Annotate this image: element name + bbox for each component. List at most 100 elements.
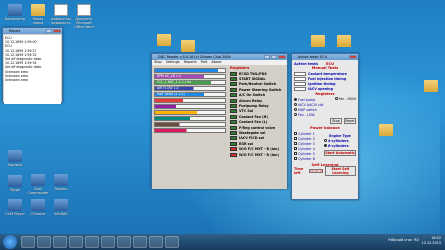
test-value-field[interactable]	[294, 71, 306, 76]
close-icon[interactable]	[278, 55, 286, 59]
app2-taskbar-icon[interactable]	[165, 236, 179, 248]
ddc-taskbar-icon[interactable]	[133, 236, 147, 248]
cylinder-checkbox[interactable]	[294, 147, 297, 150]
stop-button[interactable]: Stop	[330, 118, 342, 124]
explorer-taskbar-icon[interactable]	[21, 236, 35, 248]
parameter-bar: MAT SENS (2 1.0)	[154, 92, 226, 97]
desktop-icon[interactable]	[177, 40, 199, 53]
close-icon[interactable]	[349, 55, 357, 59]
status-led-icon	[230, 114, 237, 119]
cylinder-checkbox[interactable]	[294, 157, 297, 160]
cylinder-checkbox[interactable]	[294, 137, 297, 140]
cylinder-checkbox[interactable]	[294, 152, 297, 155]
reset-button[interactable]: Reset	[344, 118, 356, 124]
desktop-icon[interactable]	[333, 35, 355, 48]
desktop-icon[interactable]: Документ Microsoft Office Word	[73, 4, 95, 29]
status-led-icon	[230, 109, 237, 114]
cylinder-checkbox[interactable]	[294, 132, 297, 135]
parameter-bar	[154, 104, 226, 109]
app-icon	[31, 174, 45, 186]
clock[interactable]: 18:02 13.12.2015	[422, 236, 441, 246]
parameter-bar	[154, 68, 226, 73]
desktop-icon[interactable]	[420, 80, 442, 93]
app-icon	[8, 150, 22, 162]
minimize-icon[interactable]	[46, 29, 52, 33]
desktop-icon-label: GOM Player	[5, 212, 25, 216]
test-value-field[interactable]	[294, 76, 306, 81]
language-indicator[interactable]: RU	[414, 238, 419, 242]
register-label: ECSD TWL/PDS	[239, 71, 267, 76]
status-led-icon	[230, 152, 237, 157]
status-led-icon	[230, 141, 237, 146]
register-option-label: Fan - LOW	[298, 112, 315, 117]
engine-type-radio[interactable]	[324, 139, 327, 142]
parameter-label: AIR FLOW 1.0	[157, 86, 179, 90]
status-led-icon	[230, 71, 237, 76]
desktop-icon[interactable]: Total Commander	[27, 174, 49, 195]
opera-taskbar-icon[interactable]	[85, 236, 99, 248]
register-label: Fuelpump Relay	[239, 104, 269, 109]
folder-icon	[181, 40, 195, 52]
register-label: EGR sol	[239, 141, 254, 146]
ddc-title: DDC Reader v.5.0.18 (c) Citroen Club 200…	[158, 55, 231, 59]
register-radio[interactable]	[294, 108, 297, 111]
system-tray: Рабочий стол RU	[388, 238, 419, 242]
skype-taskbar-icon[interactable]	[117, 236, 131, 248]
ddc-titlebar[interactable]: DDC Reader v.5.0.18 (c) Citroen Club 200…	[152, 54, 287, 60]
desktop-icon[interactable]: Корзина	[4, 150, 26, 167]
desktop-icon[interactable]: WinRAR	[50, 199, 72, 216]
test-value-field[interactable]	[294, 81, 306, 86]
desktop-icon-label: WinRAR	[54, 212, 68, 216]
test-value-field[interactable]	[294, 86, 306, 91]
engine-type-option[interactable]: 6-cylinders	[324, 143, 356, 148]
desktop-icon[interactable]: GOM Player	[4, 199, 26, 216]
start-button[interactable]	[3, 235, 17, 249]
register-row: W/O F/C MXT - B (ion)	[230, 146, 285, 152]
desktop-icon[interactable]	[307, 35, 329, 48]
folder-icon	[379, 124, 393, 136]
desktop-icon-label: Skype	[9, 188, 21, 192]
folder-taskbar-icon[interactable]	[69, 236, 83, 248]
manual-test-row: IACV opening	[294, 86, 356, 91]
register-radio[interactable]	[294, 103, 297, 106]
register-label: Aircon Relay	[239, 98, 263, 103]
parameter-bar: AIR FLOW 1.0	[154, 86, 226, 91]
desktop-icon[interactable]: Skype	[4, 175, 26, 192]
minimize-icon[interactable]	[264, 55, 270, 59]
close-icon[interactable]	[53, 29, 61, 33]
desktop-icon[interactable]	[153, 34, 175, 47]
parameter-label: FCC_1 BAT_1.0 2.1Ha	[157, 80, 192, 84]
desktop-icon-label: Документ Microsoft Office Word	[74, 17, 94, 29]
chrome-taskbar-icon[interactable]	[101, 236, 115, 248]
parameter-list: RPM AC_LB 1.0 FCC_1 BAT_1.0 2.1Ha AIR FLOW…	[152, 65, 228, 189]
fan-high-radio[interactable]	[334, 97, 338, 100]
register-radio[interactable]	[294, 98, 297, 101]
app-taskbar-icon[interactable]	[149, 236, 163, 248]
desktop-icon-label: CCleaner	[30, 212, 46, 216]
active-titlebar[interactable]: Active tests: ECU	[292, 54, 358, 60]
engine-type-label: 4-cylinders	[328, 138, 349, 143]
desktop-icon-label: Новая папка	[32, 17, 44, 25]
start-automatic-button[interactable]: Start Automatic	[324, 150, 356, 156]
register-label: Coolant Fan (H)	[239, 114, 268, 119]
start-self-learning-button[interactable]: Start Self Learning	[324, 165, 356, 176]
register-radio[interactable]	[294, 113, 297, 116]
desktop-icon[interactable]: Яндекс	[50, 174, 72, 191]
browser-taskbar-icon[interactable]	[37, 236, 51, 248]
cylinder-checkbox[interactable]	[294, 142, 297, 145]
register-option[interactable]: Fan - LOW	[294, 112, 335, 117]
desktop-icon[interactable]: Новая папка	[27, 4, 49, 25]
desktop-icon-label: Корзина	[7, 163, 23, 167]
maximize-icon[interactable]	[271, 55, 277, 59]
report-body: ECU 10.12.1899 1:59:00 ECU 10.12.1899 1:59:…	[4, 35, 61, 104]
desktop-icon[interactable]	[375, 124, 397, 137]
media-taskbar-icon[interactable]	[53, 236, 67, 248]
cylinder-option[interactable]: Cylinder 6	[294, 156, 324, 161]
engine-type-radio[interactable]	[324, 144, 327, 147]
desktop-icon[interactable]: Компьютер	[4, 4, 26, 21]
test-label: Coolant temperature	[308, 71, 347, 76]
desktop-icon[interactable]: CCleaner	[27, 199, 49, 216]
app-icon	[54, 199, 68, 211]
desktop-icon[interactable]: дефектная ведомость	[50, 4, 72, 25]
report-titlebar[interactable]: Report	[3, 28, 62, 34]
